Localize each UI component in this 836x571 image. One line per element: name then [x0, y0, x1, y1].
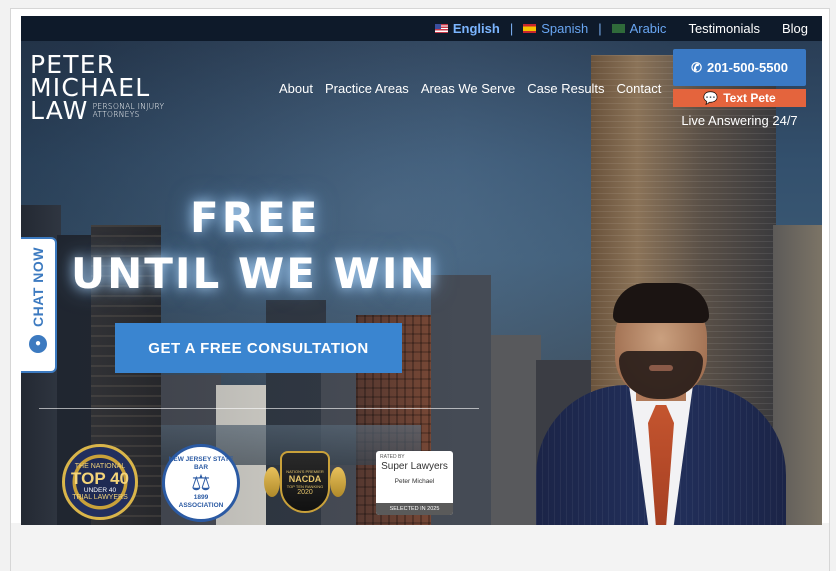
lang-arabic-label: Arabic [629, 21, 667, 36]
nav-practice-areas[interactable]: Practice Areas [325, 81, 409, 96]
hair [613, 283, 709, 323]
top40-badge-sub: UNDER 40 [83, 487, 117, 494]
free-consultation-button[interactable]: GET A FREE CONSULTATION [115, 323, 402, 373]
hero-headline-until-we-win: UNTIL WE WIN [71, 249, 437, 298]
logo-tagline-2: ATTORNEYS [92, 110, 140, 119]
njsba-year: 1899 [193, 494, 209, 501]
chat-icon: ● [29, 334, 47, 353]
website: English | Spanish | Arabic Testimonials … [21, 16, 822, 525]
nav-about[interactable]: About [279, 81, 313, 96]
lang-english[interactable]: English [434, 21, 500, 36]
page-footer-area [11, 523, 829, 571]
nacda-badge: NATION'S PREMIER NACDA TOP TEN RANKING 2… [262, 444, 348, 520]
hero-section: PETER MICHAEL LAW PERSONAL INJURY ATTORN… [21, 41, 822, 525]
super-lawyers-name: Super Lawyers [381, 461, 448, 472]
laurel-right-icon [330, 467, 346, 497]
mouth [649, 365, 673, 371]
site-logo[interactable]: PETER MICHAEL LAW PERSONAL INJURY ATTORN… [30, 52, 165, 125]
njsba-badge: NEW JERSEY STATE BAR ⚖ 1899 ASSOCIATION [162, 444, 240, 522]
main-nav: About Practice Areas Areas We Serve Case… [279, 81, 661, 96]
spain-flag-icon [523, 24, 537, 33]
scales-icon: ⚖ [191, 470, 211, 495]
us-flag-icon [434, 24, 448, 33]
lang-spanish[interactable]: Spanish [523, 21, 588, 36]
blog-link[interactable]: Blog [782, 21, 808, 36]
logo-last-row: LAW PERSONAL INJURY ATTORNEYS [30, 96, 165, 125]
divider [39, 408, 479, 409]
chat-bubble-icon: 💬 [703, 91, 719, 105]
nacda-name: NACDA [288, 473, 322, 484]
language-switcher: English | Spanish | Arabic [434, 21, 667, 36]
laurel-left-icon [264, 467, 280, 497]
nav-areas-we-serve[interactable]: Areas We Serve [421, 81, 515, 96]
top40-badge-title: TOP 40 [71, 469, 129, 488]
top40-badge: THE NATIONAL TOP 40 UNDER 40 TRIAL LAWYE… [62, 444, 138, 520]
text-pete-button[interactable]: 💬 Text Pete [673, 89, 806, 107]
top40-badge-bottom: TRIAL LAWYERS [72, 494, 128, 501]
nacda-year: 2020 [297, 488, 313, 496]
nav-contact[interactable]: Contact [617, 81, 662, 96]
chat-now-label: CHAT NOW [30, 247, 46, 327]
hero-headline-free: FREE [190, 193, 321, 242]
logo-line-law: LAW [30, 96, 89, 125]
top-bar: English | Spanish | Arabic Testimonials … [21, 16, 822, 41]
chat-now-tab[interactable]: CHAT NOW ● [21, 237, 57, 373]
super-lawyers-person: Peter Michael [394, 478, 435, 485]
nav-case-results[interactable]: Case Results [527, 81, 604, 96]
super-lawyers-badge: RATED BY Super Lawyers Peter Michael SEL… [376, 451, 453, 515]
saudi-flag-icon [611, 24, 625, 33]
logo-tagline: PERSONAL INJURY ATTORNEYS [93, 103, 165, 119]
phone-number: 201-500-5500 [706, 60, 788, 75]
lang-arabic[interactable]: Arabic [611, 21, 667, 36]
lang-separator: | [509, 21, 514, 36]
nacda-shield: NATION'S PREMIER NACDA TOP TEN RANKING 2… [280, 451, 330, 513]
super-lawyers-selected: SELECTED IN 2025 [376, 503, 453, 515]
phone-button[interactable]: ✆ 201-500-5500 [673, 49, 806, 86]
njsba-ring-bottom: ASSOCIATION [178, 502, 224, 509]
lang-spanish-label: Spanish [541, 21, 589, 36]
live-answering-text: Live Answering 24/7 [681, 113, 798, 128]
lang-separator: | [598, 21, 602, 36]
text-pete-label: Text Pete [723, 91, 776, 105]
lang-english-label: English [452, 21, 500, 36]
phone-icon: ✆ [691, 59, 702, 75]
super-lawyers-rated: RATED BY [380, 454, 405, 460]
testimonials-link[interactable]: Testimonials [688, 21, 760, 36]
attorney-photo [531, 281, 791, 525]
